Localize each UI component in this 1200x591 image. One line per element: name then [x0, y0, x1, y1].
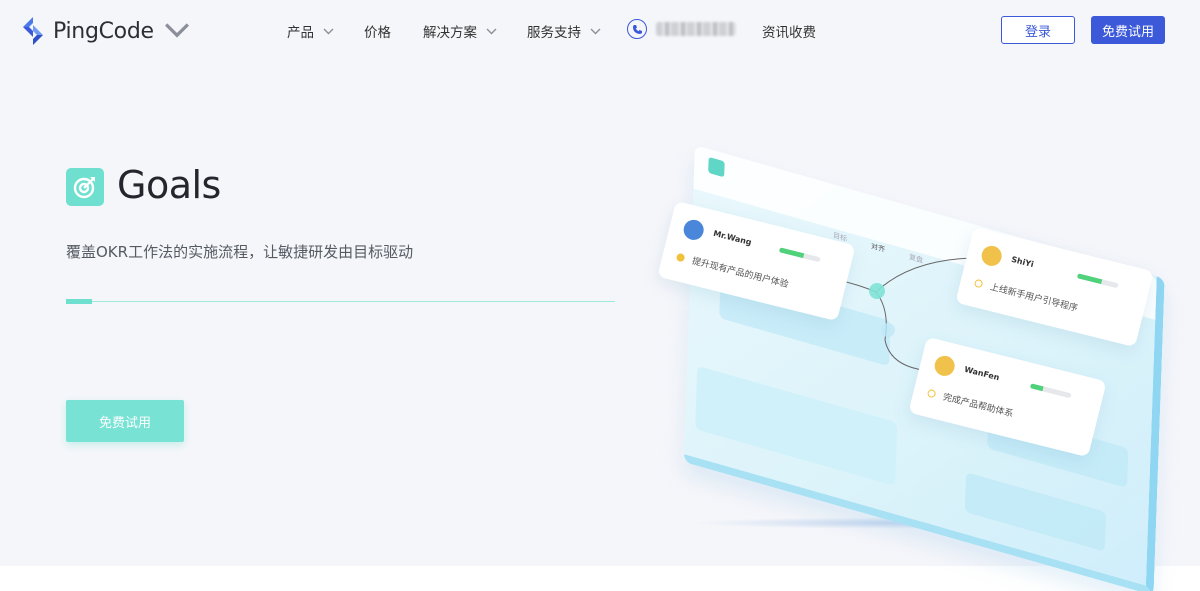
site-header: PingCode 产品 价格 解决方案 服务支持 资讯收费 登录 免费试用 — [0, 0, 1200, 62]
phone-contact[interactable] — [627, 19, 736, 39]
goals-target-icon — [66, 168, 104, 206]
card-owner-name: ShiYi — [1010, 254, 1035, 270]
okr-illustration: 目标 对齐 复盘 Mr.Wang 提升现有产品的用户体验 ShiYi 上线新手用… — [640, 110, 1180, 591]
pingcode-logo-icon — [23, 17, 43, 45]
status-dot — [973, 278, 984, 289]
main-nav: 产品 价格 解决方案 服务支持 — [287, 20, 601, 42]
nav-item-solutions[interactable]: 解决方案 — [423, 21, 497, 41]
card-progress-bar — [1076, 273, 1119, 289]
nav-item-label: 服务支持 — [527, 25, 581, 41]
nav-item-label: 价格 — [364, 25, 391, 41]
nav-item-support[interactable]: 服务支持 — [527, 21, 601, 41]
page-title: Goals — [117, 163, 221, 207]
card-owner-name: WanFen — [963, 364, 1001, 383]
pingcode-logo[interactable]: PingCode — [20, 16, 190, 46]
login-button[interactable]: 登录 — [1001, 16, 1075, 44]
carousel-progress-fill — [66, 299, 92, 304]
card-progress-bar — [778, 247, 821, 263]
chevron-down-icon — [164, 23, 189, 38]
nav-item-label: 解决方案 — [423, 25, 477, 41]
logo-text: PingCode — [53, 18, 154, 44]
carousel-progress-track — [66, 301, 615, 302]
card-task-text: 完成产品帮助体系 — [941, 392, 1015, 420]
nav-item-pricing[interactable]: 价格 — [364, 21, 391, 41]
avatar — [979, 243, 1004, 268]
status-dot — [926, 388, 937, 399]
avatar — [681, 217, 706, 242]
chevron-down-icon — [486, 28, 497, 34]
card-owner-name: Mr.Wang — [712, 228, 753, 248]
nav-item-label: 产品 — [287, 25, 314, 41]
chevron-down-icon — [590, 28, 601, 34]
phone-icon — [627, 19, 647, 39]
chevron-down-icon — [323, 28, 334, 34]
status-dot — [675, 252, 686, 263]
free-trial-button[interactable]: 免费试用 — [1091, 16, 1165, 44]
phone-number-redacted — [656, 22, 736, 36]
avatar — [932, 353, 957, 378]
hero-free-trial-button[interactable]: 免费试用 — [66, 400, 184, 442]
card-task-text: 提升现有产品的用户体验 — [690, 256, 790, 291]
page-subtitle: 覆盖OKR工作法的实施流程，让敏捷研发由目标驱动 — [66, 243, 414, 261]
card-progress-bar — [1029, 383, 1072, 399]
card-task-text: 上线新手用户引导程序 — [988, 282, 1079, 315]
nav-item-product[interactable]: 产品 — [287, 21, 334, 41]
nav-item-news[interactable]: 资讯收费 — [762, 21, 816, 41]
